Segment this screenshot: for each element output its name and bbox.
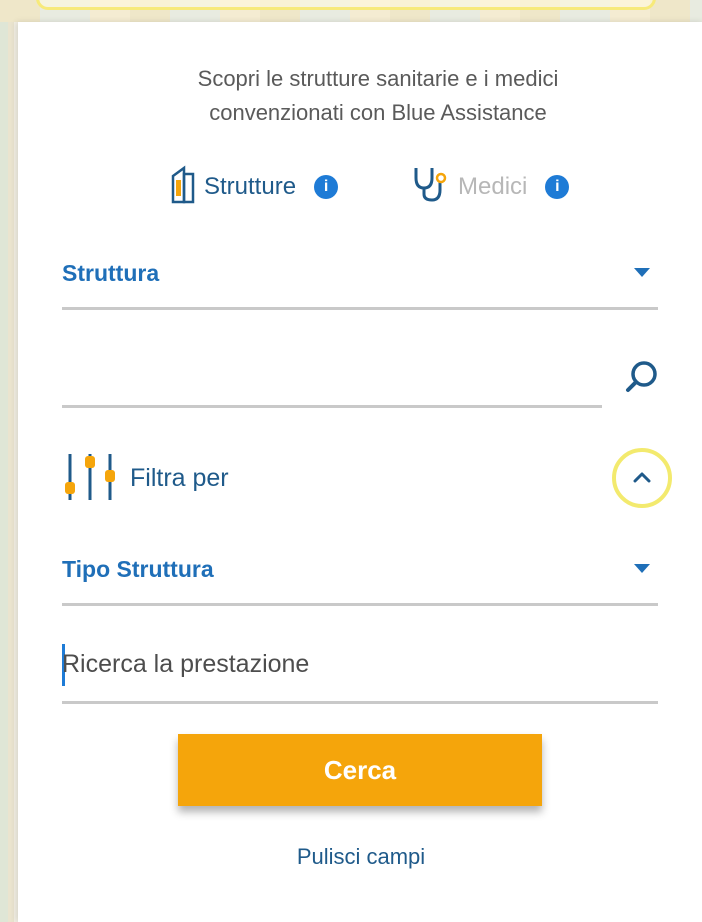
filter-label: Filtra per <box>130 464 229 492</box>
tab-medici[interactable]: Medici i <box>410 164 570 209</box>
clear-fields-link[interactable]: Pulisci campi <box>18 844 702 870</box>
caret-down-icon <box>634 268 650 277</box>
filter-toggle-row[interactable]: Filtra per <box>62 448 672 508</box>
tab-strutture[interactable]: Strutture i <box>170 164 339 209</box>
tipo-struttura-value: Tipo Struttura <box>62 556 214 582</box>
intro-line-1: Scopri le strutture sanitarie e i medici <box>197 66 559 91</box>
building-icon <box>170 164 196 209</box>
tipo-struttura-select[interactable]: Tipo Struttura <box>62 548 658 606</box>
info-icon[interactable]: i <box>314 174 339 199</box>
prestazione-placeholder: Ricerca la prestazione <box>62 650 310 678</box>
intro-line-2: convenzionati con Blue Assistance <box>209 100 547 125</box>
highlight-pill <box>36 0 656 10</box>
struttura-select[interactable]: Struttura <box>62 252 658 310</box>
tab-strutture-label: Strutture <box>204 172 297 200</box>
search-panel: Scopri le strutture sanitarie e i medici… <box>18 22 702 922</box>
caret-down-icon <box>634 564 650 573</box>
struttura-select-value: Struttura <box>62 260 160 286</box>
collapse-filter-button[interactable] <box>612 448 672 508</box>
intro-text: Scopri le strutture sanitarie e i medici… <box>78 62 678 130</box>
search-icon[interactable] <box>622 358 662 403</box>
search-input[interactable] <box>62 356 602 408</box>
tabs: Strutture i Medici i <box>18 158 702 218</box>
cerca-button[interactable]: Cerca <box>178 734 542 806</box>
info-icon[interactable]: i <box>545 174 570 199</box>
sliders-icon <box>62 450 120 509</box>
stethoscope-icon <box>410 164 450 209</box>
tab-medici-label: Medici <box>458 172 528 200</box>
chevron-up-icon <box>633 472 651 483</box>
